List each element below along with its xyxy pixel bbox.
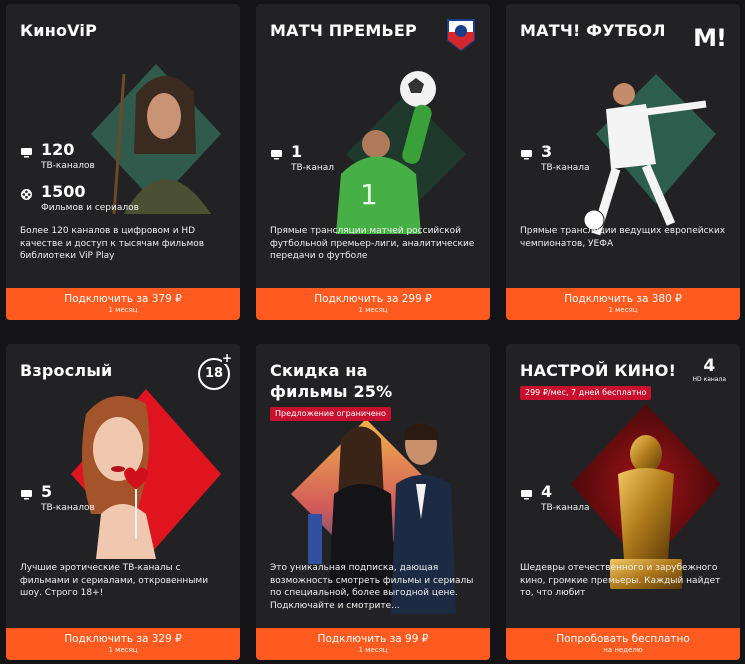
tv-icon	[270, 146, 283, 159]
card-title: НАСТРОЙ КИНО!	[520, 361, 677, 380]
card-description: Лучшие эротические ТВ-каналы с фильмами …	[20, 563, 209, 598]
hd-label: HD канала	[692, 376, 726, 383]
package-card-kinovip[interactable]: КиноViP 120 ТВ-каналов 1500 Фильмов и се…	[6, 4, 240, 320]
age-rating-label: 18	[204, 366, 224, 381]
card-title: Скидка на фильмы 25%	[270, 361, 393, 401]
card-title: Взрослый	[20, 361, 113, 380]
stat-channels: 5 ТВ-каналов	[20, 482, 95, 513]
stat-label: ТВ-канала	[541, 503, 590, 513]
stat-films: 1500 Фильмов и сериалов	[20, 182, 139, 213]
stat-value: 3	[541, 142, 553, 161]
subscribe-button-label: Подключить за 99 ₽	[317, 633, 429, 645]
subscribe-button-label: Подключить за 380 ₽	[564, 293, 682, 305]
subscribe-button-label: Подключить за 329 ₽	[64, 633, 182, 645]
card-title: МАТЧ ПРЕМЬЕР	[270, 21, 417, 40]
subscribe-button[interactable]: Подключить за 329 ₽ 1 месяц	[6, 628, 240, 660]
free-trial-button-label: Попробовать бесплатно	[556, 633, 690, 645]
stat-label: Фильмов и сериалов	[41, 203, 139, 213]
stat-value: 4	[541, 482, 553, 501]
tv-icon	[520, 486, 533, 499]
stat-value: 1	[291, 142, 303, 161]
tv-icon	[20, 486, 33, 499]
limited-offer-badge: Предложение ограничено	[270, 407, 391, 421]
stat-channels: 120 ТВ-каналов	[20, 140, 95, 171]
package-card-nastroy-kino[interactable]: НАСТРОЙ КИНО! 299 ₽/мес, 7 дней бесплатн…	[506, 344, 740, 660]
subscribe-button[interactable]: Подключить за 380 ₽ 1 месяц	[506, 288, 740, 320]
rpl-bear-logo-icon	[446, 18, 476, 56]
subscribe-period: 1 месяц	[108, 646, 138, 654]
package-card-match-football[interactable]: МАТЧ! ФУТБОЛ M! 3 ТВ-канала Прямые транс…	[506, 4, 740, 320]
card-description: Это уникальная подписка, дающая возможно…	[270, 563, 474, 611]
stat-channels: 4 ТВ-канала	[520, 482, 590, 513]
film-reel-icon	[20, 186, 33, 200]
package-card-match-premier[interactable]: 1 МАТЧ ПРЕМЬЕР 1 ТВ-канал Прямые трансля…	[256, 4, 490, 320]
card-title: МАТЧ! ФУТБОЛ	[520, 21, 666, 40]
stat-channels: 3 ТВ-канала	[520, 142, 590, 173]
subscribe-button[interactable]: Подключить за 299 ₽ 1 месяц	[256, 288, 490, 320]
subscribe-period: 1 месяц	[358, 646, 388, 654]
package-card-film-discount[interactable]: Скидка на фильмы 25% Предложение огранич…	[256, 344, 490, 660]
subscribe-period: 1 месяц	[108, 306, 138, 314]
stat-channels: 1 ТВ-канал	[270, 142, 334, 173]
subscribe-period: 1 месяц	[358, 306, 388, 314]
match-m-logo-icon: M!	[693, 24, 727, 52]
subscribe-button[interactable]: Подключить за 379 ₽ 1 месяц	[6, 288, 240, 320]
stat-value: 1500	[41, 182, 86, 201]
card-description: Прямые трансляции матчей российской футб…	[270, 226, 475, 261]
tv-icon	[520, 146, 533, 159]
subscribe-period: 1 месяц	[608, 306, 638, 314]
package-card-adult[interactable]: Взрослый 18 + 5 ТВ-каналов Лучшие эротич…	[6, 344, 240, 660]
card-description: Более 120 каналов в цифровом и HD качест…	[20, 226, 205, 261]
stat-label: ТВ-каналов	[41, 161, 95, 171]
stat-label: ТВ-канал	[291, 163, 335, 173]
age-18-plus-icon: 18 +	[198, 352, 232, 390]
trial-period: на неделю	[603, 646, 643, 654]
svg-text:1: 1	[360, 178, 378, 211]
free-trial-button[interactable]: Попробовать бесплатно на неделю	[506, 628, 740, 660]
hd-channels-counter: 4 HD канала	[693, 356, 726, 384]
card-description: Прямые трансляции ведущих европейских че…	[520, 226, 726, 249]
subscribe-button-label: Подключить за 299 ₽	[314, 293, 432, 305]
hd-count: 4	[703, 356, 716, 376]
card-title: КиноViP	[20, 21, 98, 40]
stat-label: ТВ-каналов	[41, 503, 95, 513]
stat-value: 5	[41, 482, 53, 501]
subscribe-button[interactable]: Подключить за 99 ₽ 1 месяц	[256, 628, 490, 660]
card-description: Шедевры отечественного и зарубежного кин…	[520, 563, 721, 598]
trial-badge: 299 ₽/мес, 7 дней бесплатно	[520, 386, 652, 400]
stat-value: 120	[41, 140, 75, 159]
stat-label: ТВ-канала	[541, 163, 590, 173]
tv-icon	[20, 144, 33, 157]
subscribe-button-label: Подключить за 379 ₽	[64, 293, 182, 305]
